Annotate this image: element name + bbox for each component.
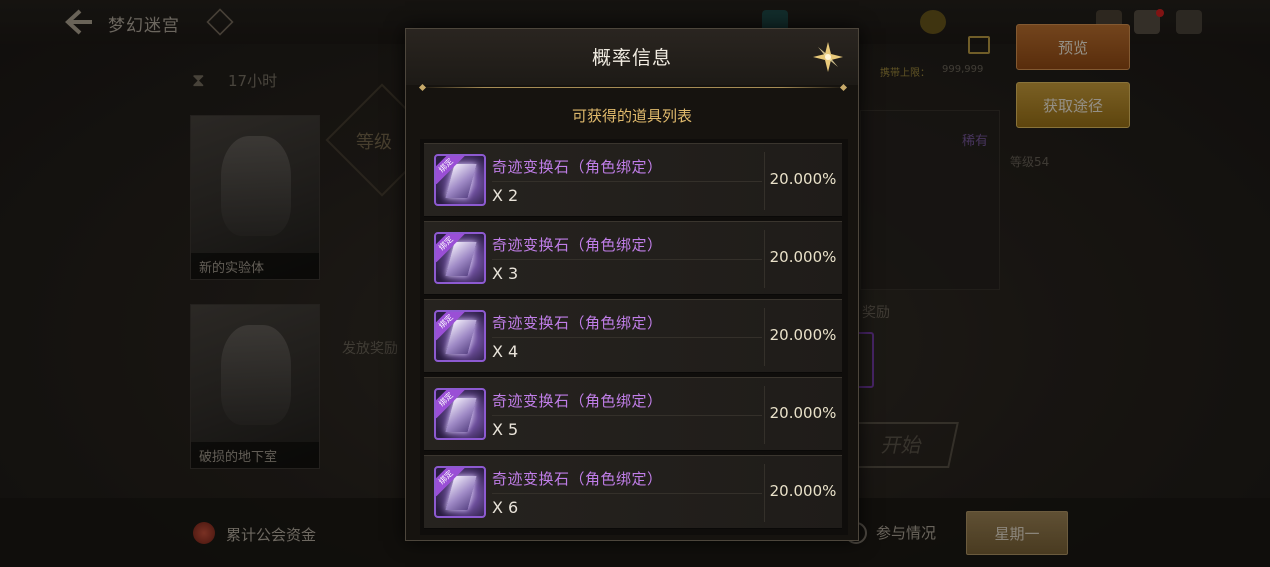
item-quantity: X 4 (492, 342, 519, 361)
item-quantity: X 6 (492, 498, 519, 517)
item-name: 奇迹变换石（角色绑定） (492, 236, 663, 254)
row-divider (492, 337, 762, 338)
gem-icon[interactable]: 绑定 (434, 388, 486, 440)
row-divider (492, 259, 762, 260)
item-name: 奇迹变换石（角色绑定） (492, 314, 663, 332)
list-item[interactable]: 绑定 奇迹变换石（角色绑定） X 4 20.000% (424, 299, 842, 373)
gem-icon[interactable]: 绑定 (434, 310, 486, 362)
item-probability: 20.000% (769, 404, 837, 422)
gem-icon[interactable]: 绑定 (434, 466, 486, 518)
gem-icon[interactable]: 绑定 (434, 232, 486, 284)
item-name: 奇迹变换石（角色绑定） (492, 392, 663, 410)
dialog-header: 概率信息 (406, 29, 858, 85)
item-list[interactable]: 绑定 奇迹变换石（角色绑定） X 2 20.000% 绑定 奇迹变换石（角色绑定… (420, 139, 848, 535)
list-item[interactable]: 绑定 奇迹变换石（角色绑定） X 2 20.000% (424, 143, 842, 217)
probability-info-dialog: 概率信息 可获得的道具列表 绑定 奇迹变换石（角色绑定） X 2 20.000%… (405, 28, 859, 541)
item-name: 奇迹变换石（角色绑定） (492, 470, 663, 488)
item-quantity: X 3 (492, 264, 519, 283)
item-probability: 20.000% (769, 170, 837, 188)
item-probability: 20.000% (769, 248, 837, 266)
row-divider (492, 415, 762, 416)
dialog-title: 概率信息 (591, 47, 672, 69)
list-item[interactable]: 绑定 奇迹变换石（角色绑定） X 5 20.000% (424, 377, 842, 451)
item-quantity: X 5 (492, 420, 519, 439)
list-item[interactable]: 绑定 奇迹变换石（角色绑定） X 6 20.000% (424, 455, 842, 529)
item-probability: 20.000% (769, 482, 837, 500)
dialog-subtitle: 可获得的道具列表 (571, 107, 692, 125)
list-item[interactable]: 绑定 奇迹变换石（角色绑定） X 3 20.000% (424, 221, 842, 295)
item-probability: 20.000% (769, 326, 837, 344)
item-quantity: X 2 (492, 186, 519, 205)
header-divider (420, 87, 846, 88)
gem-icon[interactable]: 绑定 (434, 154, 486, 206)
row-divider (492, 181, 762, 182)
item-name: 奇迹变换石（角色绑定） (492, 158, 663, 176)
row-divider (492, 493, 762, 494)
close-icon[interactable] (810, 39, 846, 75)
